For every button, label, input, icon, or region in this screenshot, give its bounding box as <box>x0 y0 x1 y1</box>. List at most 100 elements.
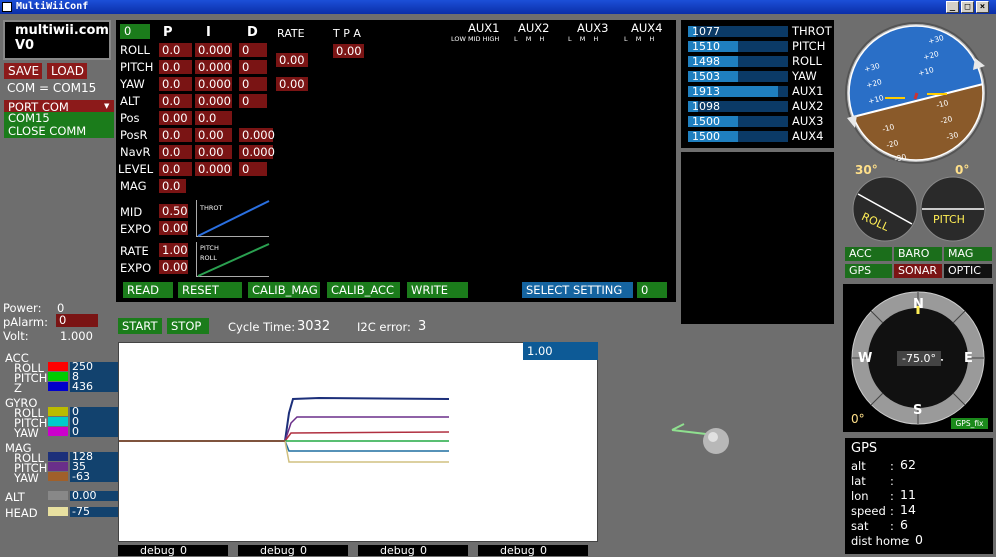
rc-value-aux2: 1098 <box>692 100 720 113</box>
graph-scale[interactable]: 1.00 <box>523 342 598 360</box>
pid-i-input[interactable]: 0.000 <box>195 43 232 57</box>
gps-lat-label: lat <box>851 474 866 488</box>
artificial-horizon: +30 +20 +10 -10 -20 -30 +30 +20 +10 -10 … <box>845 22 987 168</box>
gyro-yaw-swatch <box>48 427 68 436</box>
pid-i-input[interactable]: 0.0 <box>195 111 232 125</box>
pid-profile[interactable]: 0 <box>120 24 150 39</box>
tpa-input[interactable]: 0.00 <box>333 44 364 58</box>
pid-d-input[interactable]: 0.000 <box>239 145 275 159</box>
aux2-subheader: L M H <box>514 35 545 43</box>
pid-i-input[interactable]: 0.00 <box>195 145 232 159</box>
com-label: COM = COM15 <box>7 81 97 95</box>
calib-mag-button[interactable]: CALIB_MAG <box>248 282 320 298</box>
stop-button[interactable]: STOP <box>167 318 209 334</box>
pid-d-input[interactable]: 0 <box>239 77 267 91</box>
maximize-button[interactable]: □ <box>961 1 974 13</box>
pid-header-d: D <box>247 25 258 40</box>
i2c-error-value: 3 <box>418 319 427 334</box>
close-comm-button[interactable]: CLOSE COMM <box>4 124 114 138</box>
rc-label-throt: THROT <box>792 24 832 38</box>
alt-value: 0.00 <box>72 489 97 502</box>
compass-heading: -75.0° <box>897 351 941 366</box>
reset-button[interactable]: RESET <box>178 282 242 298</box>
pitch-angle-value: 0° <box>955 163 970 177</box>
acc-z-swatch <box>48 382 68 391</box>
rc-label-roll: ROLL <box>792 54 822 68</box>
minimize-button[interactable]: _ <box>946 1 959 13</box>
pid-d-input[interactable]: 0 <box>239 162 267 176</box>
save-button[interactable]: SAVE <box>4 63 42 79</box>
pid-header-p: P <box>163 25 173 40</box>
gyro-roll-swatch <box>48 407 68 416</box>
dropdown-arrow-icon: ▼ <box>104 102 110 110</box>
compass-e: E <box>964 351 973 366</box>
pid-p-input[interactable]: 0.0 <box>159 60 192 74</box>
gps-alt-value: 62 <box>900 457 916 472</box>
setting-value[interactable]: 0 <box>637 282 667 298</box>
rate-input[interactable]: 1.00 <box>159 243 188 257</box>
expo2-input[interactable]: 0.00 <box>159 260 188 274</box>
close-window-button[interactable]: × <box>976 1 989 13</box>
acc-flag: ACC <box>845 247 892 261</box>
rc-value-pitch: 1510 <box>692 40 720 53</box>
mid-input[interactable]: 0.50 <box>159 204 188 218</box>
pid-p-input[interactable]: 0.0 <box>159 77 192 91</box>
rc-value-throt: 1077 <box>692 25 720 38</box>
palarm-input[interactable]: 0 <box>56 314 98 327</box>
mag-yaw-swatch <box>48 472 68 481</box>
pid-d-input[interactable]: 0 <box>239 43 267 57</box>
roll-curve-label: ROLL <box>200 254 217 262</box>
pid-p-input[interactable]: 0.0 <box>159 179 186 193</box>
write-button[interactable]: WRITE <box>407 282 468 298</box>
power-label: Power: <box>3 301 42 315</box>
head-label: HEAD <box>5 506 38 520</box>
pid-i-input[interactable]: 0.000 <box>195 94 232 108</box>
pid-d-input[interactable]: 0.000 <box>239 128 275 142</box>
rc-value-aux3: 1500 <box>692 115 720 128</box>
pid-i-input[interactable]: 0.000 <box>195 77 232 91</box>
start-button[interactable]: START <box>118 318 162 334</box>
pid-row-name: ROLL <box>120 43 150 57</box>
gps-title: GPS <box>851 441 878 456</box>
window-title: MultiWiiConf <box>16 1 89 12</box>
aux4-header: AUX4 <box>631 21 663 35</box>
pid-p-input[interactable]: 0.0 <box>159 128 192 142</box>
rate-input-2[interactable]: 0.00 <box>276 77 308 91</box>
calib-acc-button[interactable]: CALIB_ACC <box>327 282 400 298</box>
debug-field: debug 0 <box>358 545 468 556</box>
pid-p-input[interactable]: 0.0 <box>159 162 192 176</box>
compass-s: S <box>913 403 923 418</box>
pid-i-input[interactable]: 0.00 <box>195 128 232 142</box>
pitch-dial-label: PITCH <box>933 213 965 226</box>
rc-aux-panel <box>681 152 834 324</box>
pid-i-input[interactable]: 0.000 <box>195 162 232 176</box>
pid-p-input[interactable]: 0.0 <box>159 94 192 108</box>
pid-p-input[interactable]: 0.0 <box>159 43 192 57</box>
roll-indicator <box>852 176 918 246</box>
sonar-flag: SONAR <box>894 264 942 278</box>
i2c-error-label: I2C error: <box>357 320 411 334</box>
pid-header-i: I <box>206 25 211 40</box>
load-button[interactable]: LOAD <box>47 63 87 79</box>
cycle-time-value: 3032 <box>297 319 331 334</box>
rc-value-roll: 1498 <box>692 55 720 68</box>
pid-p-input[interactable]: 0.0 <box>159 145 192 159</box>
pid-d-input[interactable]: 0 <box>239 94 267 108</box>
rc-label-aux4: AUX4 <box>792 129 824 143</box>
baro-flag: BARO <box>894 247 942 261</box>
pid-header-rate: RATE <box>277 27 305 40</box>
expo-input[interactable]: 0.00 <box>159 221 188 235</box>
select-setting-button[interactable]: SELECT SETTING <box>522 282 633 298</box>
mag-flag: MAG <box>944 247 992 261</box>
pitch-dial <box>920 176 986 242</box>
quad-arrow-icon <box>671 423 729 454</box>
window-title-bar: MultiWiiConf _ □ × <box>0 0 996 14</box>
pid-i-input[interactable]: 0.000 <box>195 60 232 74</box>
pid-d-input[interactable]: 0 <box>239 60 267 74</box>
pid-p-input[interactable]: 0.00 <box>159 111 192 125</box>
rate-input-1[interactable]: 0.00 <box>276 53 308 67</box>
alt-label: ALT <box>5 490 25 504</box>
read-button[interactable]: READ <box>123 282 173 298</box>
rc-label-aux2: AUX2 <box>792 99 824 113</box>
head-value: -75 <box>72 505 90 518</box>
